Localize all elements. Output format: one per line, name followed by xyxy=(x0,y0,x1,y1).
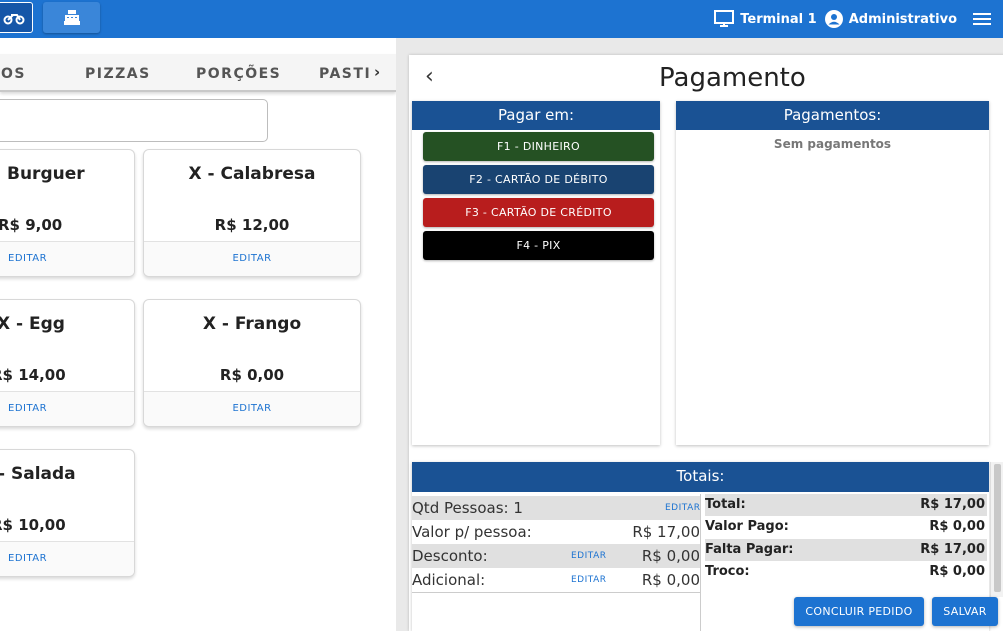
product-name: - Salada xyxy=(0,464,76,484)
back-icon[interactable]: ‹ xyxy=(425,64,434,89)
per-person-value: R$ 17,00 xyxy=(632,523,700,541)
product-card[interactable]: Burguer R$ 9,00 EDITAR xyxy=(0,149,135,277)
extra-row: Adicional: EDITAR R$ 0,00 xyxy=(412,568,700,593)
total-label: Total: xyxy=(705,497,746,512)
category-tab-porcoes[interactable]: PORÇÕES xyxy=(196,66,281,82)
product-card[interactable]: X - Egg R$ 14,00 EDITAR xyxy=(0,299,135,427)
remaining-value: R$ 17,00 xyxy=(920,542,985,557)
extra-value: R$ 0,00 xyxy=(641,571,700,589)
paid-value: R$ 0,00 xyxy=(929,519,985,534)
edit-people-button[interactable]: EDITAR xyxy=(665,503,700,513)
delivery-button[interactable] xyxy=(0,2,33,33)
cash-register-icon xyxy=(63,10,80,25)
total-row: Total: R$ 17,00 xyxy=(705,494,987,516)
page-title: Pagamento xyxy=(659,63,806,93)
product-price: R$ 9,00 xyxy=(0,216,63,234)
product-card[interactable]: - Salada R$ 10,00 EDITAR xyxy=(0,449,135,577)
extra-label: Adicional: xyxy=(412,571,486,589)
payments-panel: Pagamentos: Sem pagamentos xyxy=(676,101,989,445)
change-value: R$ 0,00 xyxy=(929,564,985,579)
product-price: R$ 0,00 xyxy=(219,366,285,384)
change-label: Troco: xyxy=(705,564,750,579)
save-button[interactable]: SALVAR xyxy=(932,597,998,626)
totals-divider xyxy=(700,494,701,631)
category-bar: OS PIZZAS PORÇÕES PASTI › xyxy=(0,54,396,92)
pay-in-header: Pagar em: xyxy=(412,101,660,130)
per-person-row: Valor p/ pessoa: R$ 17,00 xyxy=(412,520,700,544)
edit-product-button[interactable]: EDITAR xyxy=(144,391,360,426)
credit-card-payment-button[interactable]: F3 - CARTÃO DE CRÉDITO xyxy=(423,198,654,227)
user-label[interactable]: Administrativo xyxy=(849,12,957,27)
chevron-right-icon[interactable]: › xyxy=(374,63,380,81)
monitor-icon xyxy=(714,10,735,27)
cash-payment-button[interactable]: F1 - DINHEIRO xyxy=(423,132,654,161)
people-row: Qtd Pessoas: 1 EDITAR xyxy=(412,496,700,520)
total-value: R$ 17,00 xyxy=(920,497,985,512)
empty-payments-label: Sem pagamentos xyxy=(773,137,892,151)
pay-in-panel: Pagar em: F1 - DINHEIRO F2 - CARTÃO DE D… xyxy=(412,101,660,445)
finish-order-button[interactable]: CONCLUIR PEDIDO xyxy=(794,597,924,626)
product-name: Burguer xyxy=(7,164,85,184)
product-price: R$ 12,00 xyxy=(214,216,290,234)
product-card[interactable]: X - Frango R$ 0,00 EDITAR xyxy=(143,299,361,427)
product-name: X - Frango xyxy=(202,314,302,334)
discount-row: Desconto: EDITAR R$ 0,00 xyxy=(412,544,700,568)
products-panel: OS PIZZAS PORÇÕES PASTI › Burguer R$ 9,0… xyxy=(0,38,396,631)
scrollbar-thumb[interactable] xyxy=(994,464,1001,592)
edit-discount-button[interactable]: EDITAR xyxy=(571,551,606,561)
edit-extra-button[interactable]: EDITAR xyxy=(571,575,606,585)
remaining-row: Falta Pagar: R$ 17,00 xyxy=(705,539,987,561)
paid-label: Valor Pago: xyxy=(705,519,789,534)
motorcycle-icon xyxy=(3,13,24,24)
category-tab-os[interactable]: OS xyxy=(1,66,26,82)
product-price: R$ 14,00 xyxy=(0,366,66,384)
search-input[interactable] xyxy=(0,99,268,142)
top-bar: Terminal 1 Administrativo xyxy=(0,0,1003,38)
user-circle-icon xyxy=(824,10,843,28)
header-right: Terminal 1 Administrativo xyxy=(714,0,991,38)
edit-product-button[interactable]: EDITAR xyxy=(0,391,134,426)
product-name: X - Calabresa xyxy=(188,164,316,184)
product-card[interactable]: X - Calabresa R$ 12,00 EDITAR xyxy=(143,149,361,277)
remaining-label: Falta Pagar: xyxy=(705,542,794,557)
change-row: Troco: R$ 0,00 xyxy=(705,561,987,583)
people-label: Qtd Pessoas: 1 xyxy=(412,499,523,517)
per-person-label: Valor p/ pessoa: xyxy=(412,523,532,541)
totals-header: Totais: xyxy=(412,462,989,492)
cash-register-button[interactable] xyxy=(43,2,100,33)
payments-header: Pagamentos: xyxy=(676,101,989,130)
edit-product-button[interactable]: EDITAR xyxy=(0,541,134,576)
edit-product-button[interactable]: EDITAR xyxy=(144,241,360,276)
paid-row: Valor Pago: R$ 0,00 xyxy=(705,516,987,538)
discount-label: Desconto: xyxy=(412,547,488,565)
pix-payment-button[interactable]: F4 - PIX xyxy=(423,231,654,260)
edit-product-button[interactable]: EDITAR xyxy=(0,241,134,276)
totals-scrollbar[interactable] xyxy=(990,462,1003,597)
product-price: R$ 10,00 xyxy=(0,516,66,534)
menu-icon[interactable] xyxy=(973,12,991,26)
terminal-label: Terminal 1 xyxy=(740,11,817,27)
product-name: X - Egg xyxy=(0,314,65,334)
discount-value: R$ 0,00 xyxy=(641,547,700,565)
category-tab-pastis[interactable]: PASTI xyxy=(319,66,371,82)
debit-card-payment-button[interactable]: F2 - CARTÃO DE DÉBITO xyxy=(423,165,654,194)
category-tab-pizzas[interactable]: PIZZAS xyxy=(85,66,151,82)
